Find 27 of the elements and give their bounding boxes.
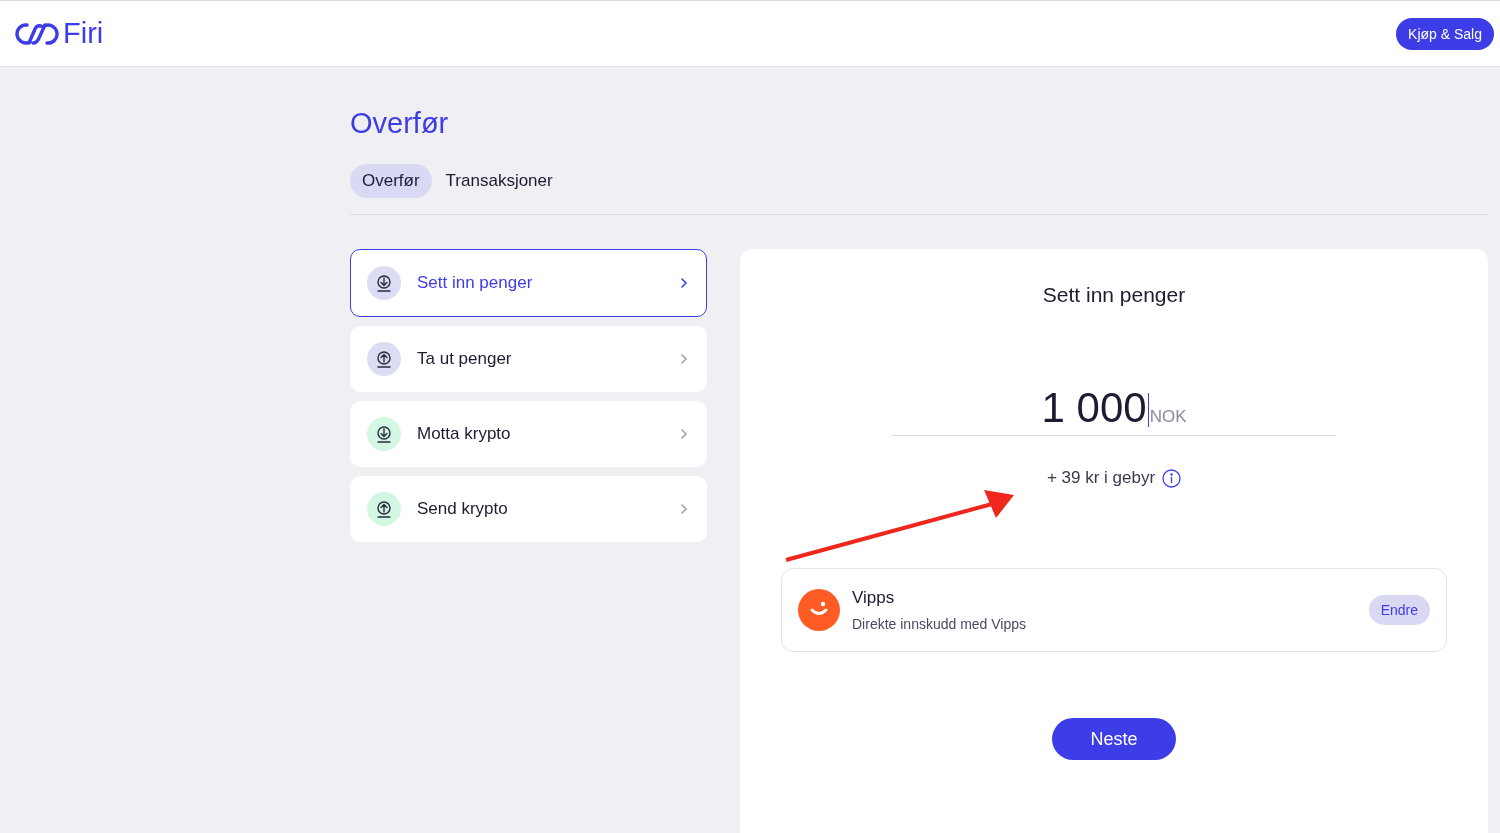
tab[interactable]: Transaksjoner: [433, 164, 565, 198]
panel-title: Sett inn penger: [1042, 283, 1186, 307]
buy-sell-button[interactable]: Kjøp & Salg: [1396, 17, 1494, 50]
chevron-right-icon: [680, 428, 688, 440]
method-description: Direkte innskudd med Vipps: [852, 616, 1028, 632]
logo-text: Firi: [63, 17, 104, 50]
amount-field[interactable]: 1 000 NOK: [892, 387, 1336, 436]
logo-icon: [15, 20, 59, 47]
smile-logo-icon: [798, 589, 840, 631]
chevron-right-icon: [680, 503, 688, 515]
upload-icon: [374, 499, 394, 519]
change-button[interactable]: Endre: [1368, 595, 1430, 625]
chevron-right-icon: [680, 277, 688, 289]
menu-item[interactable]: Motta krypto: [350, 401, 707, 467]
menu-item[interactable]: Ta ut penger: [350, 326, 707, 392]
menu-item[interactable]: Send krypto: [350, 476, 707, 542]
info-icon[interactable]: [1162, 468, 1182, 488]
menu-item[interactable]: Sett inn penger: [350, 249, 707, 317]
page-title: Overfør: [350, 107, 449, 140]
tab[interactable]: Overfør: [350, 164, 432, 198]
next-button[interactable]: Neste: [1052, 718, 1176, 760]
chevron-right-icon: [680, 353, 688, 365]
method-name: Vipps: [852, 588, 896, 608]
download-icon: [374, 424, 394, 444]
download-icon: [374, 273, 394, 293]
fee-text: + 39 kr i gebyr: [1046, 468, 1156, 488]
upload-icon: [374, 349, 394, 369]
